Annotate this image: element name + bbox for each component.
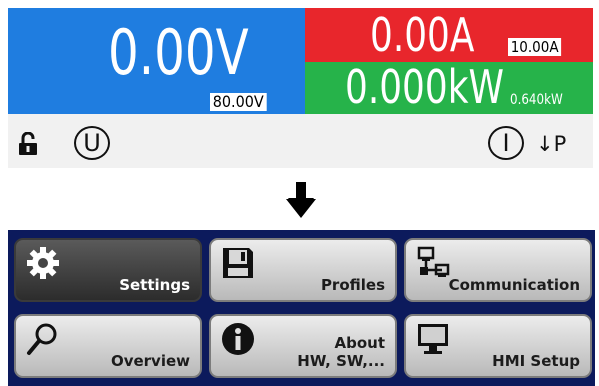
settings-button[interactable]: Settings [14, 238, 202, 302]
profiles-label: Profiles [320, 276, 385, 294]
magnifier-icon [27, 323, 57, 355]
overview-label: Overview [110, 352, 190, 370]
settings-label: Settings [119, 276, 190, 294]
unlocked-padlock-icon[interactable] [18, 132, 38, 156]
set-power[interactable]: 0.640kW [510, 92, 563, 108]
monitor-icon [418, 324, 448, 354]
about-button[interactable]: About HW, SW,... [209, 314, 397, 378]
hmi-setup-button[interactable]: HMI Setup [404, 314, 592, 378]
about-label-line1: About [334, 334, 385, 352]
main-menu: Settings Profiles Communication Overview… [8, 230, 595, 386]
actual-voltage: 0.00V [108, 16, 249, 89]
profiles-button[interactable]: Profiles [209, 238, 397, 302]
status-display: 0.00V 80.00V 0.00A 10.00A 0.000kW 0.640k… [8, 8, 593, 168]
info-icon [222, 323, 254, 355]
actual-power: 0.000kW [345, 60, 504, 114]
floppy-disk-icon [223, 248, 253, 278]
power-mode-indicator: ↓P [536, 132, 567, 156]
hmi-setup-label: HMI Setup [492, 352, 580, 370]
voltage-panel[interactable]: 0.00V 80.00V [8, 8, 305, 114]
network-icon [417, 246, 450, 277]
arrow-down-icon [286, 182, 316, 218]
voltage-mode-icon: U [74, 126, 110, 160]
voltage-regulation-indicator: U [74, 126, 118, 162]
set-voltage[interactable]: 80.00V [210, 93, 267, 111]
actual-current: 0.00A [370, 8, 475, 62]
about-label-line2: HW, SW,... [297, 352, 385, 370]
gear-icon [27, 247, 59, 279]
current-panel[interactable]: 0.00A 10.00A [305, 8, 593, 62]
power-panel[interactable]: 0.000kW 0.640kW [305, 62, 593, 114]
communication-button[interactable]: Communication [404, 238, 592, 302]
set-current[interactable]: 10.00A [508, 38, 562, 56]
current-mode-icon: I [488, 126, 524, 160]
status-bar: U I ↓P [8, 114, 593, 168]
overview-button[interactable]: Overview [14, 314, 202, 378]
communication-label: Communication [448, 276, 580, 294]
current-regulation-indicator: I [488, 126, 532, 162]
